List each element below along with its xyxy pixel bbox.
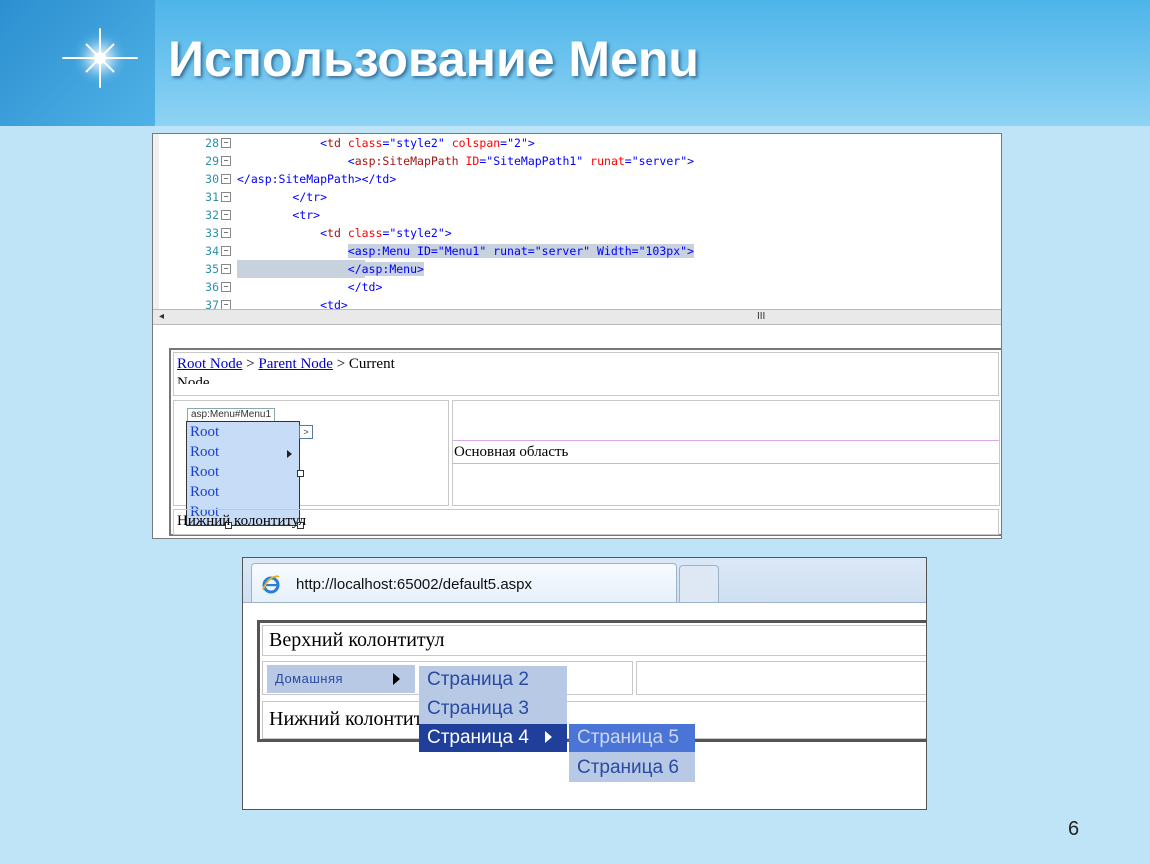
code-text: </td> [347,280,383,294]
submenu-level2: Страница 5 Страница 6 [569,724,695,782]
collapse-marker-icon[interactable]: − [221,138,231,148]
breadcrumb-root[interactable]: Root Node [177,356,242,372]
line-number: 29 [205,154,219,168]
page-number: 6 [1068,818,1080,840]
browser-screenshot: http://localhost:65002/default5.aspx Вер… [242,557,927,810]
breadcrumb-sep: > [242,356,259,372]
resize-handle[interactable] [297,470,304,477]
collapse-marker-icon[interactable]: − [221,246,231,256]
code-line[interactable]: 33− <td class="style2"> [153,224,1001,242]
submenu-item[interactable]: Страница 2 [419,666,567,694]
submenu-level1: Страница 2 Страница 3 Страница 4 [419,666,567,752]
code-line[interactable]: 36− </td> [153,278,1001,296]
menu-item-root[interactable]: Root [190,424,219,441]
code-line[interactable]: 32− <tr> [153,206,1001,224]
submenu-item-label: Страница 4 [427,727,529,748]
ie-icon [262,575,280,594]
submenu-arrow-icon [287,450,292,458]
page-footer-text: Нижний колонтитул [269,708,442,730]
code-line[interactable]: 31− </tr> [153,188,1001,206]
submenu-item[interactable]: Страница 6 [569,754,695,782]
submenu-item-label: Страница 6 [577,757,679,778]
line-number: 34 [205,244,219,258]
tab-url: http://localhost:65002/default5.aspx [296,576,533,593]
code-editor[interactable]: 28− <td class="style2" colspan="2"> 29− <… [153,134,1001,312]
cell-guide [453,463,999,464]
breadcrumb-overflow: Node [177,375,210,384]
menu-item-root[interactable]: Root [190,444,219,461]
submenu-item-label: Страница 2 [427,669,529,690]
footer-label: Нижний колонтитул [177,513,307,529]
code-text: </tr> [292,190,328,204]
vs-designer-screenshot: 28− <td class="style2" colspan="2"> 29− <… [152,133,1002,539]
breadcrumb-parent[interactable]: Parent Node [258,356,333,372]
collapse-marker-icon[interactable]: − [221,192,231,202]
line-number: 36 [205,280,219,294]
submenu-item-active[interactable]: Страница 4 [419,724,567,752]
menu-item-root[interactable]: Root [190,484,219,501]
collapse-marker-icon[interactable]: − [221,156,231,166]
page-header-text: Верхний колонтитул [269,629,445,651]
code-line[interactable]: 35− </asp:Menu> [153,260,1001,278]
line-number: 33 [205,226,219,240]
main-area-label: Основная область [454,444,569,460]
scroll-left-icon[interactable]: ◂ [159,310,164,324]
submenu-arrow-icon [393,673,400,685]
menu-root-item[interactable]: Домашняя [267,665,415,693]
cell-guide [453,440,999,441]
submenu-item-label: Страница 3 [427,698,529,719]
code-text: </asp:SiteMapPath></td> [237,172,397,186]
code-text: <td class="style2"> [320,226,452,240]
horizontal-scrollbar[interactable]: ◂ III [153,309,1001,325]
design-surface: Root Node > Parent Node > Current Node О… [159,330,1001,538]
scrollbar-grip[interactable]: III [757,310,765,324]
code-line[interactable]: 34− <asp:Menu ID="Menu1" runat="server" … [153,242,1001,260]
title-band-accent [0,0,155,126]
line-number: 31 [205,190,219,204]
collapse-marker-icon[interactable]: − [221,264,231,274]
collapse-marker-icon[interactable]: − [221,282,231,292]
code-line[interactable]: 29− <asp:SiteMapPath ID="SiteMapPath1" r… [153,152,1001,170]
browser-tab[interactable]: http://localhost:65002/default5.aspx [251,563,677,602]
code-text: <td class="style2" colspan="2"> [320,136,535,150]
design-frame: Root Node > Parent Node > Current Node О… [169,348,1001,536]
line-number: 32 [205,208,219,222]
code-text: <asp:Menu ID="Menu1" runat="server" Widt… [347,244,694,258]
submenu-item-hover[interactable]: Страница 5 [569,724,695,752]
submenu-arrow-icon [545,731,552,743]
code-text: </asp:Menu> [347,262,424,276]
breadcrumb: Root Node > Parent Node > Current [177,356,395,373]
code-line[interactable]: 30− </asp:SiteMapPath></td> [153,170,1001,188]
collapse-marker-icon[interactable]: − [221,210,231,220]
breadcrumb-sep: > [332,356,349,372]
collapse-marker-icon[interactable]: − [221,228,231,238]
browser-tab-bar: http://localhost:65002/default5.aspx [243,558,926,603]
page-header-cell: Верхний колонтитул [262,625,926,656]
smart-tag-button[interactable]: > [299,425,313,439]
menu-root-label: Домашняя [275,671,344,686]
submenu-item-label: Страница 5 [577,727,679,748]
collapse-marker-icon[interactable]: − [221,174,231,184]
menu-control-tag[interactable]: asp:Menu#Menu1 [187,408,276,422]
content-cell [636,661,926,695]
line-number: 35 [205,262,219,276]
line-number: 30 [205,172,219,186]
line-number: 28 [205,136,219,150]
breadcrumb-current: Current [348,356,395,372]
menu-item-root[interactable]: Root [190,464,219,481]
slide-title: Использование Menu [168,31,699,87]
code-line[interactable]: 28− <td class="style2" colspan="2"> [153,134,1001,152]
submenu-item[interactable]: Страница 3 [419,695,567,723]
code-text: <asp:SiteMapPath ID="SiteMapPath1" runat… [347,154,695,168]
new-tab-button[interactable] [679,565,719,602]
code-text: <tr> [292,208,321,222]
